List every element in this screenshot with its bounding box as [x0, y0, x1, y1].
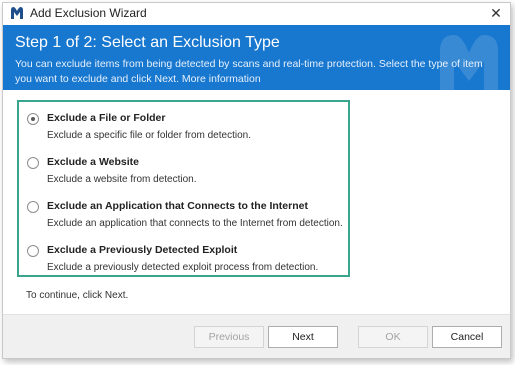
option-description: Exclude a previously detected exploit pr… [47, 262, 319, 273]
option-title: Exclude an Application that Connects to … [47, 200, 308, 212]
radio-exploit[interactable] [27, 245, 39, 257]
previous-button[interactable]: Previous [194, 326, 264, 348]
option-description: Exclude a website from detection. [47, 174, 197, 185]
radio-application[interactable] [27, 201, 39, 213]
title-bar: Add Exclusion Wizard ✕ [3, 3, 510, 23]
option-website[interactable]: Exclude a Website Exclude a website from… [27, 152, 347, 188]
cancel-button[interactable]: Cancel [432, 326, 502, 348]
option-title: Exclude a Previously Detected Exploit [47, 244, 238, 256]
next-button[interactable]: Next [268, 326, 338, 348]
close-icon: ✕ [490, 4, 502, 21]
continue-instruction: To continue, click Next. [26, 290, 129, 301]
option-exploit[interactable]: Exclude a Previously Detected Exploit Ex… [27, 240, 347, 276]
wizard-window: Add Exclusion Wizard ✕ Step 1 of 2: Sele… [2, 2, 511, 359]
window-title: Add Exclusion Wizard [30, 6, 147, 20]
option-title: Exclude a File or Folder [47, 112, 166, 124]
wizard-header: Step 1 of 2: Select an Exclusion Type Yo… [3, 25, 510, 90]
radio-website[interactable] [27, 157, 39, 169]
option-title: Exclude a Website [47, 156, 140, 168]
ok-button[interactable]: OK [358, 326, 428, 348]
radio-selected-dot [31, 117, 35, 121]
close-button[interactable]: ✕ [482, 3, 510, 23]
step-description: You can exclude items from being detecte… [15, 58, 483, 85]
malwarebytes-logo-icon [11, 7, 23, 19]
option-description: Exclude an application that connects to … [47, 218, 343, 229]
option-description: Exclude a specific file or folder from d… [47, 130, 251, 141]
exclusion-type-options: Exclude a File or Folder Exclude a speci… [17, 100, 350, 277]
radio-file-or-folder[interactable] [27, 113, 39, 125]
option-application[interactable]: Exclude an Application that Connects to … [27, 196, 347, 232]
step-title: Step 1 of 2: Select an Exclusion Type [15, 34, 280, 51]
button-bar: Previous Next OK Cancel [3, 314, 510, 358]
option-file-or-folder[interactable]: Exclude a File or Folder Exclude a speci… [27, 108, 347, 144]
